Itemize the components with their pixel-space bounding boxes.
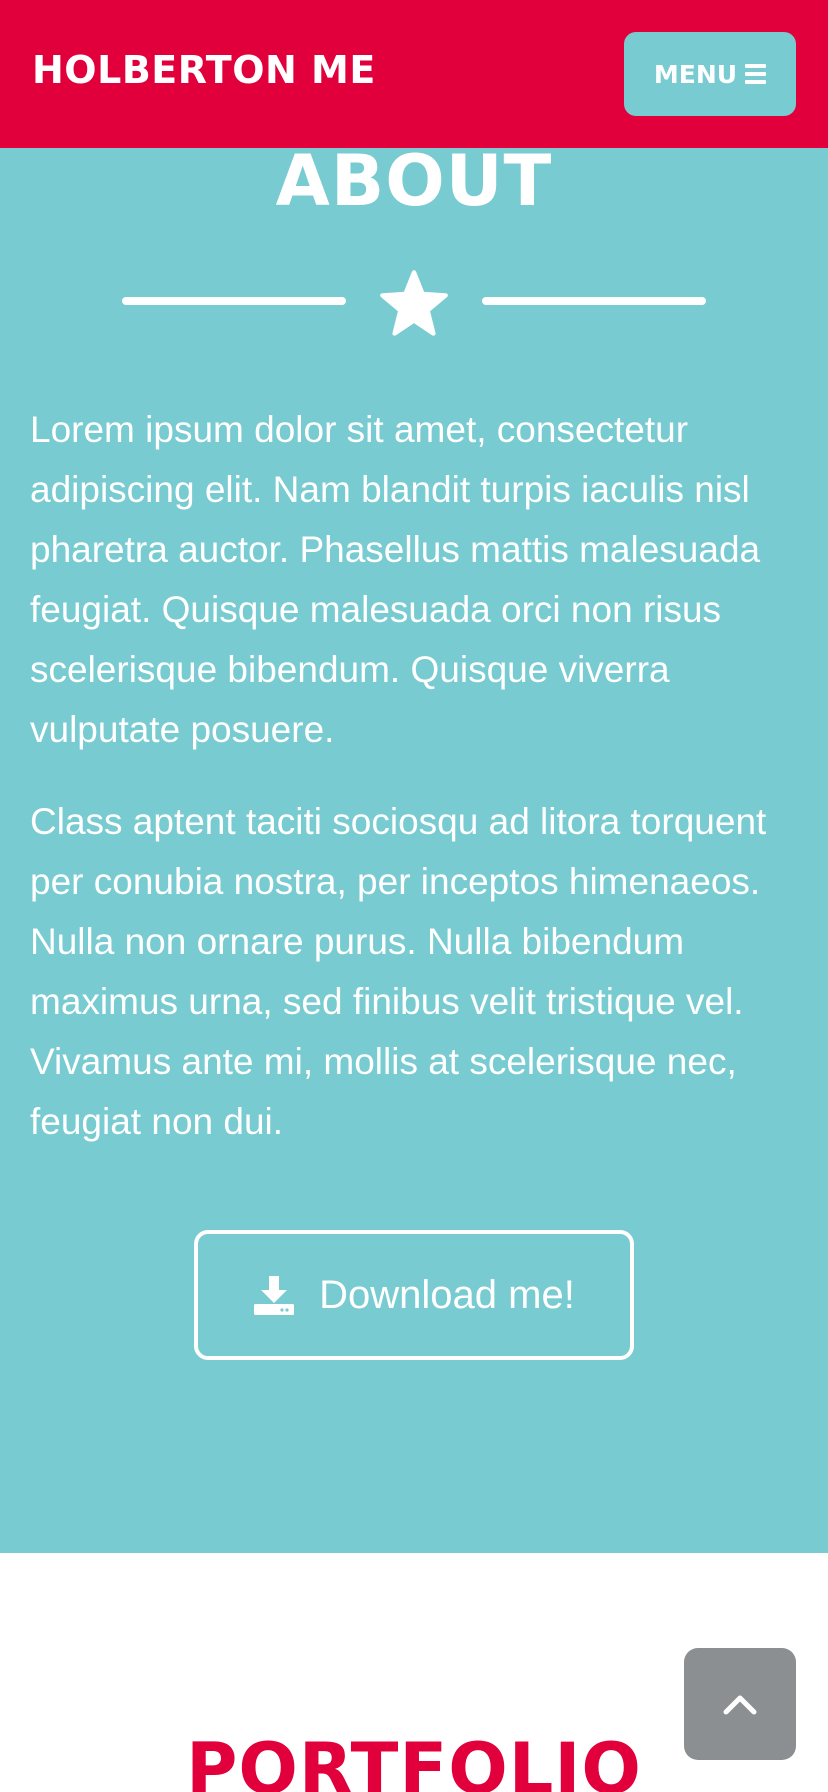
download-icon	[254, 1276, 295, 1315]
download-label: Download me!	[319, 1272, 575, 1317]
divider-line-right	[482, 297, 706, 305]
menu-label: MENU	[653, 59, 738, 89]
brand-title[interactable]: HOLBERTON ME	[32, 48, 376, 92]
chevron-up-icon	[723, 1695, 757, 1715]
about-heading: ABOUT	[275, 140, 553, 222]
download-button[interactable]: Download me!	[194, 1230, 634, 1360]
about-section: ABOUT Lorem ipsum dolor sit amet, consec…	[0, 140, 828, 1553]
menu-button[interactable]: MENU	[624, 32, 796, 116]
star-icon	[380, 270, 448, 336]
navbar: HOLBERTON ME MENU	[0, 0, 828, 148]
bars-icon	[745, 64, 767, 84]
about-paragraph-1: Lorem ipsum dolor sit amet, consectetur …	[30, 409, 761, 750]
divider-line-left	[122, 297, 346, 305]
scroll-to-top-button[interactable]	[684, 1648, 796, 1760]
about-paragraph-2: Class aptent taciti sociosqu ad litora t…	[30, 801, 767, 1142]
